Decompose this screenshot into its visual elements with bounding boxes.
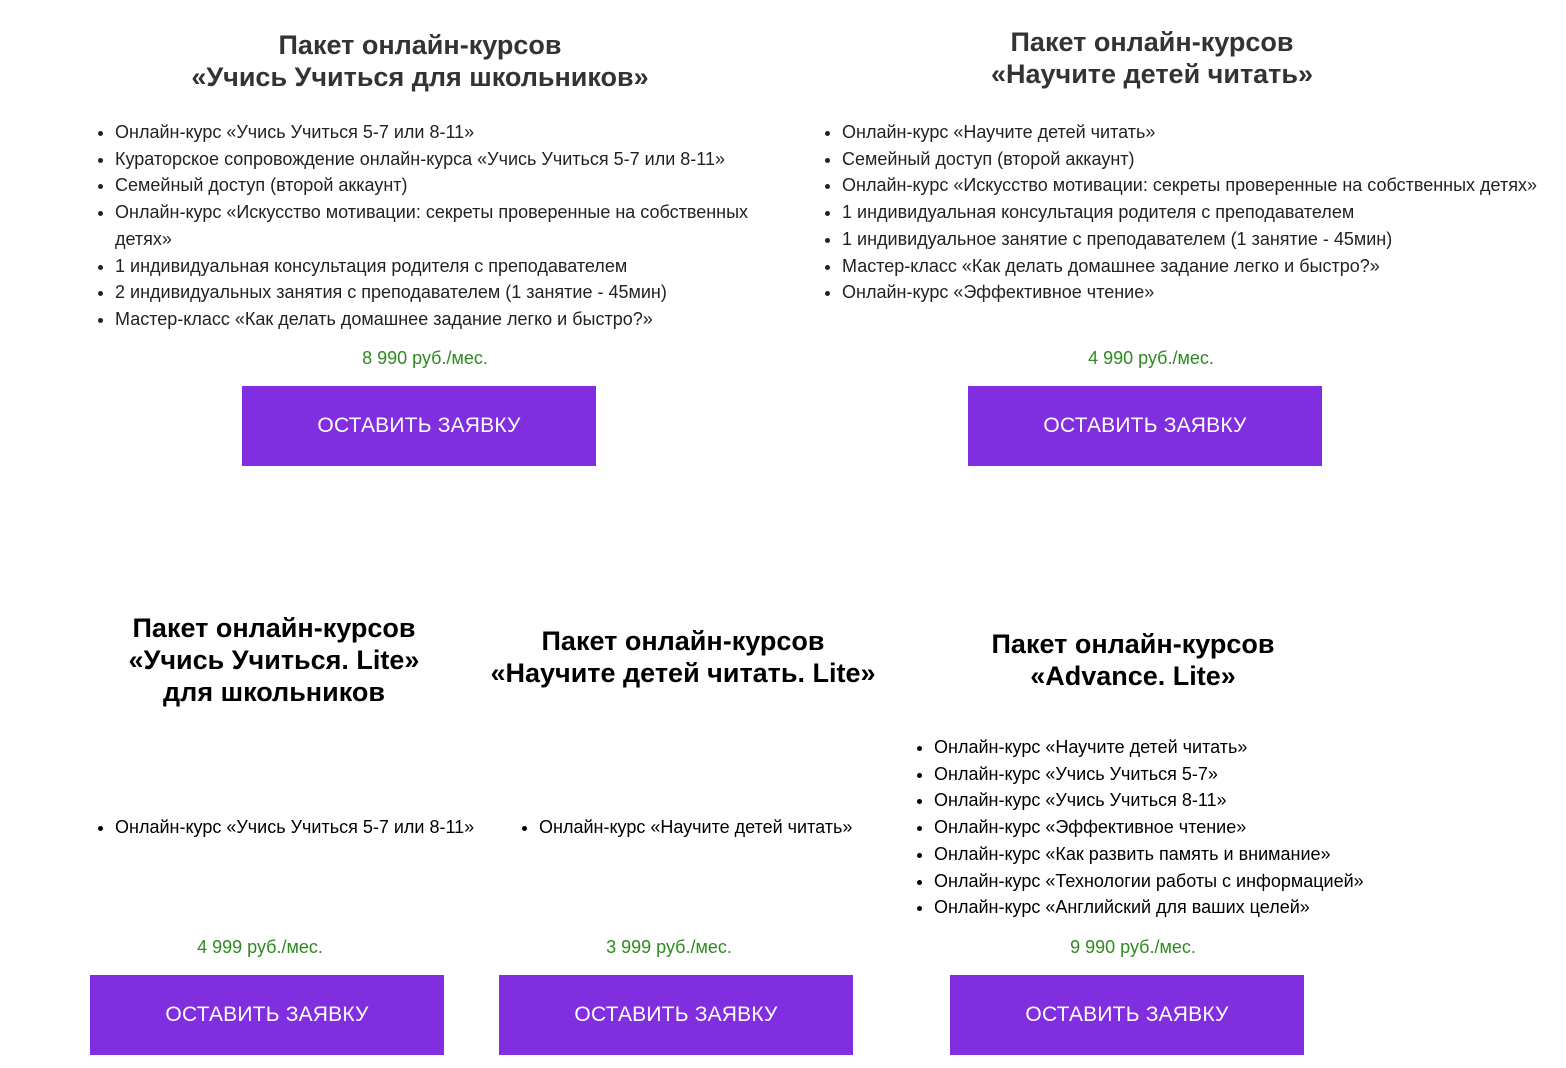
- feature-item: Онлайн-курс «Технологии работы с информа…: [934, 868, 1454, 895]
- feature-item: Онлайн-курс «Учись Учиться 5-7»: [934, 761, 1454, 788]
- feature-item: Онлайн-курс «Искусство мотивации: секрет…: [842, 172, 1542, 199]
- feature-item: Семейный доступ (второй аккаунт): [842, 146, 1542, 173]
- feature-item: 1 индивидуальная консультация родителя с…: [115, 253, 805, 280]
- submit-request-button[interactable]: ОСТАВИТЬ ЗАЯВКУ: [950, 975, 1304, 1055]
- title-line: Пакет онлайн-курсов: [132, 613, 416, 643]
- feature-item: Онлайн-курс «Учись Учиться 5-7 или 8-11»: [115, 814, 515, 841]
- feature-item: Онлайн-курс «Как развить память и вниман…: [934, 841, 1454, 868]
- feature-item: Кураторское сопровождение онлайн-курса «…: [115, 146, 805, 173]
- package-title: Пакет онлайн-курсов «Научите детей читат…: [822, 26, 1482, 90]
- title-line: «Научите детей читать»: [990, 59, 1314, 89]
- feature-item: Семейный доступ (второй аккаунт): [115, 172, 805, 199]
- feature-item: 2 индивидуальных занятия с преподавателе…: [115, 279, 805, 306]
- feature-item: Онлайн-курс «Научите детей читать»: [842, 119, 1542, 146]
- feature-list: Онлайн-курс «Научите детей читать» Семей…: [817, 119, 1542, 306]
- feature-list: Онлайн-курс «Научите детей читать» Онлай…: [909, 734, 1454, 921]
- feature-list: Онлайн-курс «Научите детей читать»: [514, 814, 919, 841]
- price-label: 8 990 руб./мес.: [362, 348, 488, 368]
- package-title: Пакет онлайн-курсов «Научите детей читат…: [478, 625, 888, 689]
- title-line: для школьников: [163, 677, 385, 707]
- feature-item: Онлайн-курс «Научите детей читать»: [934, 734, 1454, 761]
- title-line: «Учись Учиться. Lite»: [128, 645, 420, 675]
- price-label: 3 999 руб./мес.: [606, 937, 732, 957]
- feature-item: Онлайн-курс «Научите детей читать»: [539, 814, 919, 841]
- feature-item: Мастер-класс «Как делать домашнее задани…: [115, 306, 805, 333]
- package-title: Пакет онлайн-курсов «Advance. Lite»: [930, 628, 1336, 692]
- feature-item: Онлайн-курс «Эффективное чтение»: [934, 814, 1454, 841]
- title-line: «Учись Учиться для школьников»: [191, 62, 649, 92]
- title-line: Пакет онлайн-курсов: [541, 626, 825, 656]
- title-line: Пакет онлайн-курсов: [278, 30, 562, 60]
- feature-item: Онлайн-курс «Учись Учиться 8-11»: [934, 787, 1454, 814]
- price-label: 4 999 руб./мес.: [197, 937, 323, 957]
- feature-item: 1 индивидуальная консультация родителя с…: [842, 199, 1542, 226]
- feature-item: Онлайн-курс «Английский для ваших целей»: [934, 894, 1454, 921]
- submit-request-button[interactable]: ОСТАВИТЬ ЗАЯВКУ: [90, 975, 444, 1055]
- feature-item: Онлайн-курс «Учись Учиться 5-7 или 8-11»: [115, 119, 805, 146]
- submit-request-button[interactable]: ОСТАВИТЬ ЗАЯВКУ: [499, 975, 853, 1055]
- package-title: Пакет онлайн-курсов «Учись Учиться. Lite…: [74, 612, 474, 708]
- feature-item: Онлайн-курс «Искусство мотивации: секрет…: [115, 199, 805, 252]
- title-line: Пакет онлайн-курсов: [1010, 27, 1294, 57]
- price-label: 4 990 руб./мес.: [1088, 348, 1214, 368]
- title-line: Пакет онлайн-курсов: [991, 629, 1275, 659]
- title-line: «Advance. Lite»: [1030, 661, 1236, 691]
- submit-request-button[interactable]: ОСТАВИТЬ ЗАЯВКУ: [968, 386, 1322, 466]
- feature-item: Онлайн-курс «Эффективное чтение»: [842, 279, 1542, 306]
- price-label: 9 990 руб./мес.: [1070, 937, 1196, 957]
- feature-list: Онлайн-курс «Учись Учиться 5-7 или 8-11»…: [90, 119, 805, 333]
- package-title: Пакет онлайн-курсов «Учись Учиться для ш…: [90, 29, 750, 93]
- feature-list: Онлайн-курс «Учись Учиться 5-7 или 8-11»: [90, 814, 515, 841]
- feature-item: 1 индивидуальное занятие с преподавателе…: [842, 226, 1542, 253]
- title-line: «Научите детей читать. Lite»: [490, 658, 876, 688]
- submit-request-button[interactable]: ОСТАВИТЬ ЗАЯВКУ: [242, 386, 596, 466]
- feature-item: Мастер-класс «Как делать домашнее задани…: [842, 253, 1542, 280]
